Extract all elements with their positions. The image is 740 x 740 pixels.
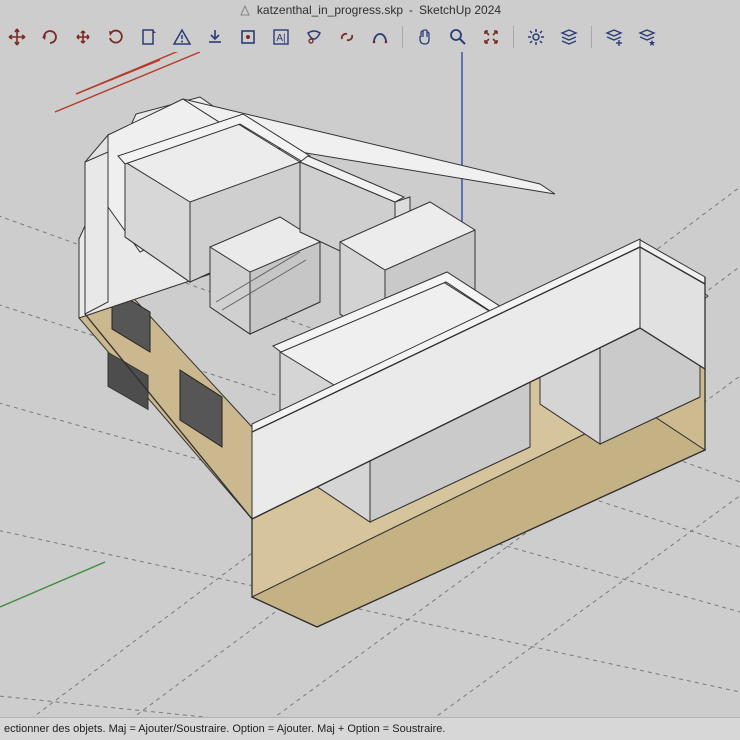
title-sep: -: [409, 3, 413, 17]
main-toolbar: A|: [0, 22, 740, 52]
warning-tool[interactable]: [171, 26, 193, 48]
window-titlebar: katzenthal_in_progress.skp - SketchUp 20…: [0, 0, 740, 20]
page-tool[interactable]: [138, 26, 160, 48]
status-bar: ectionner des objets. Maj = Ajouter/Sous…: [0, 717, 740, 740]
file-icon: [239, 4, 251, 16]
model-viewport[interactable]: [0, 52, 740, 718]
zoom-tool[interactable]: [447, 26, 469, 48]
layers-star-tool[interactable]: [636, 26, 658, 48]
layers-plus-tool[interactable]: [603, 26, 625, 48]
gear-tool[interactable]: [525, 26, 547, 48]
rotate-tool[interactable]: [39, 26, 61, 48]
status-hint: ectionner des objets. Maj = Ajouter/Sous…: [4, 723, 445, 735]
hand-tool[interactable]: [414, 26, 436, 48]
square-tool[interactable]: [237, 26, 259, 48]
toolbar-separator: [591, 26, 592, 48]
arch-tool[interactable]: [369, 26, 391, 48]
title-filename: katzenthal_in_progress.skp: [257, 3, 403, 17]
download-tool[interactable]: [204, 26, 226, 48]
link-tool[interactable]: [336, 26, 358, 48]
toolbar-separator: [402, 26, 403, 48]
clipping-tool[interactable]: [303, 26, 325, 48]
zoom-extents-tool[interactable]: [480, 26, 502, 48]
layers-tool[interactable]: [558, 26, 580, 48]
letter-a-tool[interactable]: A|: [270, 26, 292, 48]
building-model: [79, 72, 708, 627]
refresh-tool[interactable]: [105, 26, 127, 48]
move-tool[interactable]: [6, 26, 28, 48]
toolbar-separator: [513, 26, 514, 48]
title-appname: SketchUp 2024: [419, 3, 501, 17]
orbit-tool[interactable]: [72, 26, 94, 48]
svg-text:A|: A|: [276, 33, 285, 44]
axis-green: [0, 562, 105, 607]
